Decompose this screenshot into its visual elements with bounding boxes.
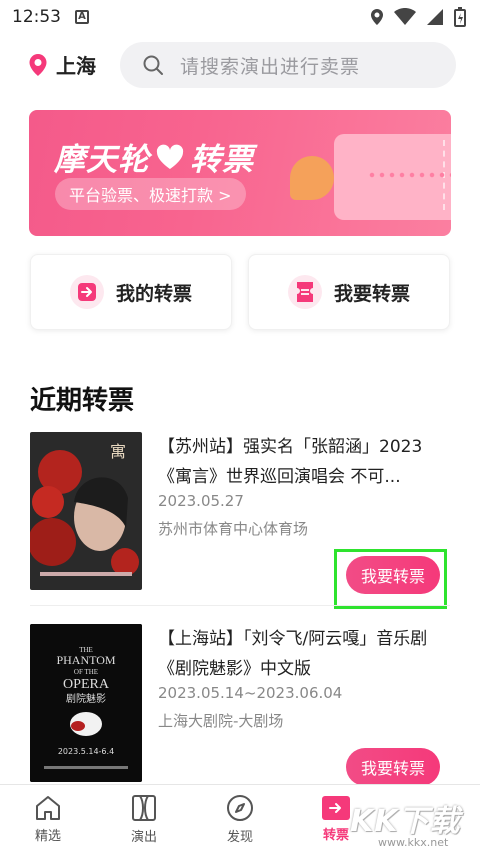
event-date: 2023.05.14~2023.06.04 xyxy=(158,684,343,702)
my-transfers-label: 我的转票 xyxy=(115,282,192,305)
search-input[interactable]: 请搜索演出进行卖票 xyxy=(120,42,456,88)
promo-banner[interactable]: 摩天轮 转票 平台验票、极速打款 > xyxy=(29,110,451,236)
transfer-icon xyxy=(322,796,350,820)
watermark: KK下载 xyxy=(350,804,461,839)
location-status-icon xyxy=(371,9,383,25)
banner-title: 摩天轮 转票 xyxy=(54,134,254,179)
show-icon xyxy=(132,795,156,821)
tab-transfer-label: 转票 xyxy=(322,828,349,843)
banner-title-left: 摩天轮 xyxy=(54,142,150,178)
poster-line3: OF THE xyxy=(74,668,98,676)
tab-featured-label: 精选 xyxy=(34,829,61,844)
my-transfers-button[interactable]: 我的转票 xyxy=(30,254,232,330)
tab-shows-label: 演出 xyxy=(130,830,157,845)
event-venue: 苏州市体育中心体育场 xyxy=(158,520,309,538)
chat-bubble-illustration xyxy=(290,156,334,200)
notification-badge-icon: A xyxy=(75,10,89,24)
event-poster-image: 寓 xyxy=(30,432,142,590)
status-time: 12:53 xyxy=(12,7,61,27)
heart-icon xyxy=(156,144,184,169)
wifi-icon xyxy=(394,8,416,25)
svg-text:寓: 寓 xyxy=(110,443,126,461)
banner-subtitle: 平台验票、极速打款 > xyxy=(55,178,246,210)
poster-line5: 剧院魅影 xyxy=(66,692,106,705)
tab-featured[interactable]: 精选 xyxy=(0,785,96,854)
signal-icon xyxy=(427,9,443,25)
watermark-url: www.kkx.net xyxy=(378,836,449,849)
banner-title-right: 转票 xyxy=(190,142,254,178)
highlight-box xyxy=(334,549,447,609)
location-selector[interactable]: 上海 xyxy=(28,50,96,79)
event-poster-image: THE PHANTOM OF THE OPERA 剧院魅影 2023.5.14-… xyxy=(30,624,142,782)
event-title: 【苏州站】强实名「张韶涵」2023《寓言》世界巡回演唱会 不可... xyxy=(158,437,423,487)
section-title: 近期转票 xyxy=(30,386,135,416)
status-icons xyxy=(370,7,466,27)
status-bar: 12:53 A xyxy=(0,0,480,34)
location-pin-icon xyxy=(29,53,47,76)
location-city: 上海 xyxy=(56,54,96,78)
compass-icon xyxy=(227,795,253,821)
transfer-ticket-button[interactable]: 我要转票 xyxy=(248,254,450,330)
divider xyxy=(30,605,450,606)
tab-discover[interactable]: 发现 xyxy=(192,785,288,854)
home-icon xyxy=(36,796,60,820)
transfer-ticket-label: 我要转票 xyxy=(333,282,410,305)
poster-line2: PHANTOM xyxy=(56,653,115,667)
poster-dates: 2023.5.14-6.4 xyxy=(58,747,114,756)
tab-shows[interactable]: 演出 xyxy=(96,785,192,854)
search-placeholder: 请搜索演出进行卖票 xyxy=(180,55,361,78)
battery-icon xyxy=(454,7,466,27)
event-title: 【上海站】「刘令飞/阿云嘎」音乐剧《剧院魅影》中文版 xyxy=(158,629,428,679)
event-venue: 上海大剧院-大剧场 xyxy=(158,712,284,730)
event-date: 2023.05.27 xyxy=(158,492,244,510)
poster-line4: OPERA xyxy=(63,677,110,692)
ticket-icon xyxy=(287,275,322,309)
transfer-button[interactable]: 我要转票 xyxy=(346,748,440,786)
tab-discover-label: 发现 xyxy=(226,830,253,845)
header: 上海 请搜索演出进行卖票 xyxy=(0,42,480,88)
ticket-dots xyxy=(367,172,451,178)
search-icon xyxy=(143,55,163,75)
arrow-right-icon xyxy=(69,275,104,309)
